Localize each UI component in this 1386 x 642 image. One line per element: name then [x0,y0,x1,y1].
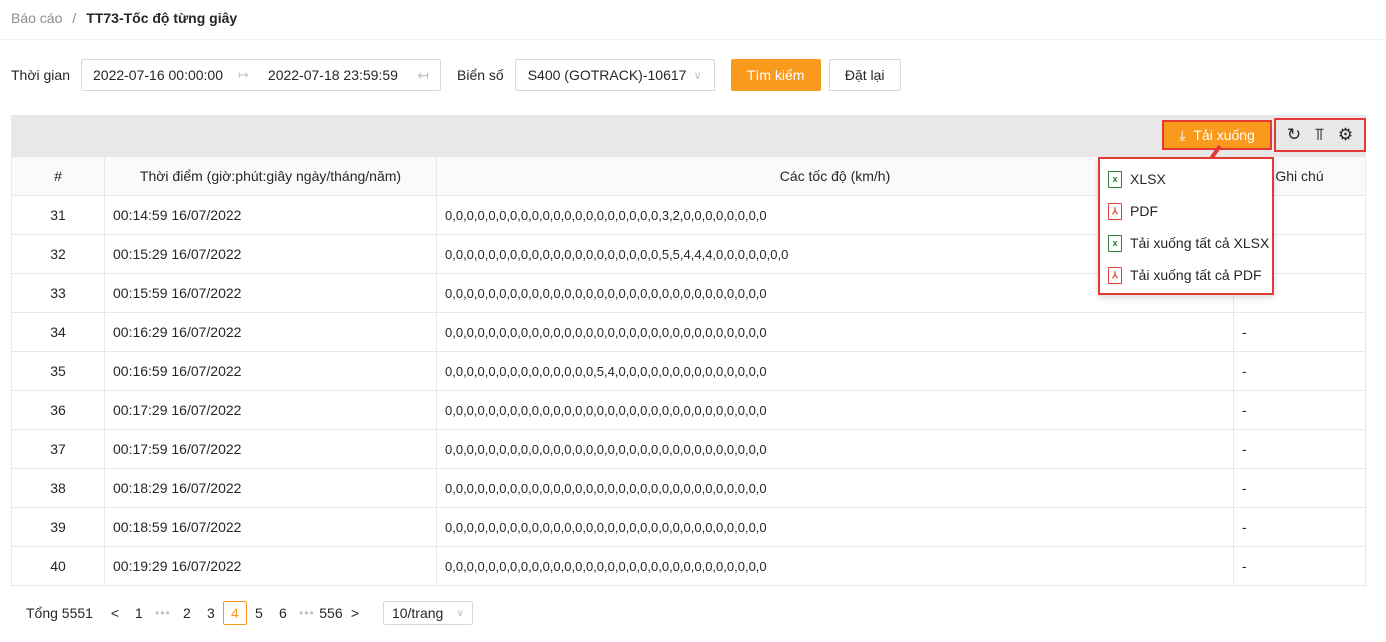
next-page-button[interactable]: > [343,601,367,625]
chevron-down-icon: ∨ [693,69,702,82]
range-arrow-icon: ↦ [238,67,249,82]
row-note: - [1233,390,1366,430]
table-row: 40 00:19:29 16/07/2022 0,0,0,0,0,0,0,0,0,0… [11,546,1366,586]
row-time: 00:15:59 16/07/2022 [104,273,437,313]
row-speeds: 0,0,0,0,0,0,0,0,0,0,0,0,0,0,0,0,0,0,0,0,… [436,390,1234,430]
range-end-icon: ↤ [417,66,429,83]
row-speeds: 0,0,0,0,0,0,0,0,0,0,0,0,0,0,0,0,0,0,0,0,… [436,312,1234,352]
reset-button[interactable]: Đặt lại [828,59,901,91]
row-index: 33 [11,273,105,313]
page-size-value: 10/trang [391,605,444,621]
table-row: 34 00:16:29 16/07/2022 0,0,0,0,0,0,0,0,0,0… [11,312,1366,352]
settings-icon[interactable]: ⚙ [1338,125,1353,145]
table-toolbar-icons: ↻ ⫪ ⚙ [1274,118,1366,152]
row-index: 34 [11,312,105,352]
end-date-input[interactable]: 2022-07-18 23:59:59 [268,67,398,83]
pdf-file-icon: ⅄ [1108,266,1122,284]
pagination-total: Tổng 5551 [26,605,93,621]
row-note: - [1233,546,1366,586]
row-time: 00:16:29 16/07/2022 [104,312,437,352]
table-row: 36 00:17:29 16/07/2022 0,0,0,0,0,0,0,0,0,0… [11,390,1366,430]
row-time: 00:14:59 16/07/2022 [104,195,437,235]
pagination-ellipsis[interactable]: ••• [151,601,175,625]
search-button[interactable]: Tìm kiếm [730,59,821,91]
dropdown-item-label: XLSX [1130,171,1166,187]
row-index: 31 [11,195,105,235]
pagination-page[interactable]: 1 [127,601,151,625]
header-time: Thời điểm (giờ:phút:giây ngày/tháng/năm) [104,156,437,196]
row-index: 37 [11,429,105,469]
row-time: 00:16:59 16/07/2022 [104,351,437,391]
row-index: 39 [11,507,105,547]
pagination-page[interactable]: 2 [175,601,199,625]
breadcrumb-parent[interactable]: Báo cáo [11,10,62,26]
plate-select-value: S400 (GOTRACK)-10617 [527,67,687,83]
download-icon: ⤓ [1179,126,1186,143]
pagination-page[interactable]: 3 [199,601,223,625]
page-title: TT73-Tốc độ từng giây [86,10,238,26]
header-divider [0,39,1386,40]
pagination-page[interactable]: 556 [319,601,343,625]
row-speeds: 0,0,0,0,0,0,0,0,0,0,0,0,0,0,0,0,0,0,0,0,… [436,546,1234,586]
date-range-picker[interactable]: 2022-07-16 00:00:00 ↦ 2022-07-18 23:59:5… [81,59,441,91]
row-note: - [1233,507,1366,547]
row-note: - [1233,312,1366,352]
dropdown-item-label: PDF [1130,203,1158,219]
page-size-select[interactable]: 10/trang ∨ [382,601,473,625]
dropdown-item-xlsx[interactable]: x XLSX [1100,163,1272,195]
plate-select[interactable]: S400 (GOTRACK)-10617 ∨ [514,59,715,91]
plate-label: Biển số [457,67,504,83]
dropdown-item-xlsx[interactable]: x Tải xuống tất cả XLSX [1100,227,1272,259]
row-speeds: 0,0,0,0,0,0,0,0,0,0,0,0,0,0,0,0,0,0,0,0,… [436,468,1234,508]
pagination: Tổng 5551 <1 ••• 2 3 4 5 6 ••• 556 >10/trang ∨ [26,601,473,625]
pdf-file-icon: ⅄ [1108,202,1122,220]
pagination-page[interactable]: 6 [271,601,295,625]
prev-page-button[interactable]: < [103,601,127,625]
pagination-page[interactable]: 4 [222,601,247,625]
table-row: 35 00:16:59 16/07/2022 0,0,0,0,0,0,0,0,0,0… [11,351,1366,391]
time-label: Thời gian [11,67,70,83]
pagination-ellipsis[interactable]: ••• [295,601,319,625]
row-speeds: 0,0,0,0,0,0,0,0,0,0,0,0,0,0,0,0,0,0,0,0,… [436,429,1234,469]
row-time: 00:18:59 16/07/2022 [104,507,437,547]
excel-file-icon: x [1108,234,1122,252]
row-index: 36 [11,390,105,430]
dropdown-item-label: Tải xuống tất cả PDF [1130,267,1262,283]
row-index: 35 [11,351,105,391]
column-height-icon[interactable]: ⫪ [1315,125,1325,145]
breadcrumb: Báo cáo / TT73-Tốc độ từng giây [11,10,237,26]
row-time: 00:15:29 16/07/2022 [104,234,437,274]
row-index: 32 [11,234,105,274]
row-note: - [1233,429,1366,469]
start-date-input[interactable]: 2022-07-16 00:00:00 [93,67,223,83]
refresh-icon[interactable]: ↻ [1287,125,1301,145]
table-row: 38 00:18:29 16/07/2022 0,0,0,0,0,0,0,0,0,0… [11,468,1366,508]
table-row: 39 00:18:59 16/07/2022 0,0,0,0,0,0,0,0,0,0… [11,507,1366,547]
header-index: # [11,156,105,196]
breadcrumb-separator: / [72,10,77,26]
row-index: 40 [11,546,105,586]
row-time: 00:17:59 16/07/2022 [104,429,437,469]
row-speeds: 0,0,0,0,0,0,0,0,0,0,0,0,0,0,5,4,0,0,0,0,… [436,351,1234,391]
row-note: - [1233,351,1366,391]
row-time: 00:17:29 16/07/2022 [104,390,437,430]
download-dropdown: x XLSX ⅄ PDF x Tải xuống tất cả XLSX ⅄ Tải xuốn… [1098,157,1274,295]
row-speeds: 0,0,0,0,0,0,0,0,0,0,0,0,0,0,0,0,0,0,0,0,… [436,507,1234,547]
pagination-page[interactable]: 5 [247,601,271,625]
chevron-down-icon: ∨ [456,607,464,619]
row-time: 00:18:29 16/07/2022 [104,468,437,508]
row-note: - [1233,468,1366,508]
row-index: 38 [11,468,105,508]
dropdown-item-pdf[interactable]: ⅄ PDF [1100,195,1272,227]
dropdown-item-pdf[interactable]: ⅄ Tải xuống tất cả PDF [1100,259,1272,291]
row-time: 00:19:29 16/07/2022 [104,546,437,586]
dropdown-item-label: Tải xuống tất cả XLSX [1130,235,1270,251]
table-row: 37 00:17:59 16/07/2022 0,0,0,0,0,0,0,0,0,0… [11,429,1366,469]
excel-file-icon: x [1108,170,1122,188]
filter-bar: Thời gian 2022-07-16 00:00:00 ↦ 2022-07-… [11,59,901,91]
